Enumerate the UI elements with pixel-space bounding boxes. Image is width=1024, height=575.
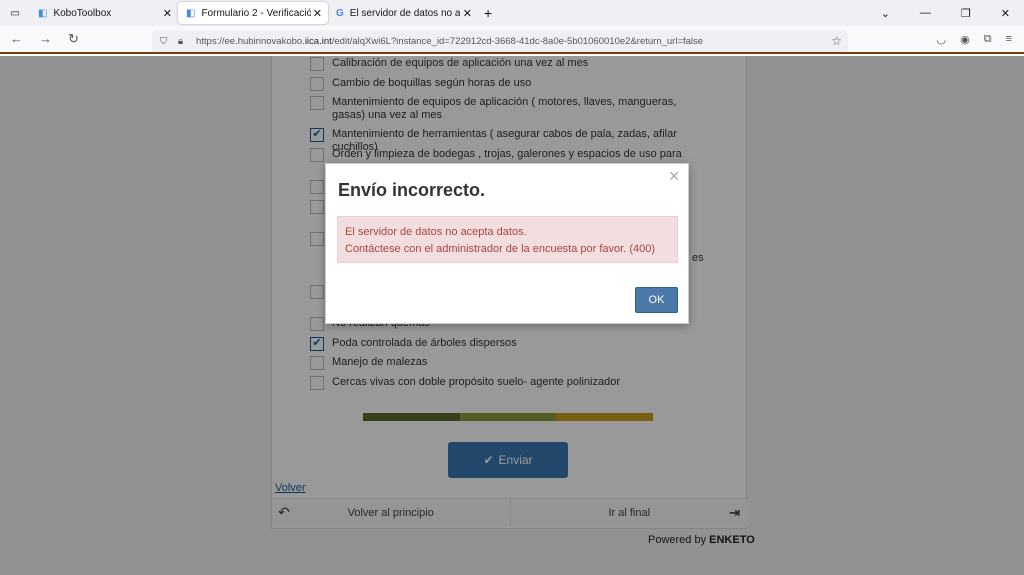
back-icon[interactable]: ← <box>10 31 23 47</box>
close-icon[interactable]: ✕ <box>668 168 680 185</box>
minimize-icon[interactable]: — <box>920 7 931 20</box>
shield-icon: ⛉ <box>160 35 168 47</box>
extensions-icon[interactable]: ⧉ <box>984 33 992 46</box>
close-tab-icon[interactable]: ✕ <box>313 7 322 20</box>
close-tab-icon[interactable]: ✕ <box>163 7 172 20</box>
tab-kobotoolbox[interactable]: ◧ KoboToolbox ✕ <box>30 2 178 24</box>
lock-icon: 🔒︎ <box>178 35 184 47</box>
close-tab-icon[interactable]: ✕ <box>463 7 472 20</box>
list-tabs-icon[interactable]: ⌄ <box>881 7 890 20</box>
tab-error[interactable]: GEl servidor de datos no acepta d✕ <box>328 2 478 24</box>
kobo-icon: ◧ <box>38 7 48 19</box>
dialog-title: Envío incorrecto. <box>338 180 486 200</box>
tab-formulario[interactable]: ◧Formulario 2 - Verificación y esc✕ <box>178 2 328 24</box>
close-window-icon[interactable]: ✕ <box>1001 7 1010 20</box>
menu-icon[interactable]: ≡ <box>1006 33 1012 46</box>
kobo-icon: ◧ <box>186 7 196 19</box>
bookmark-star-icon[interactable]: ☆ <box>831 34 842 48</box>
google-icon: G <box>336 7 344 19</box>
tab-bar: ▭ ◧ KoboToolbox ✕ ◧ Formulario 2 - Verifica… <box>0 0 1024 26</box>
account-icon[interactable]: ◉ <box>960 33 970 46</box>
error-alert: El servidor de datos no acepta datos. Con… <box>337 216 678 263</box>
error-dialog: ✕ Envío incorrecto. El servidor de datos… <box>325 163 689 324</box>
tab-list-icon[interactable]: ▭ <box>0 8 30 19</box>
forward-icon[interactable]: → <box>39 31 52 47</box>
pocket-icon[interactable]: ◡ <box>937 33 947 46</box>
url-bar[interactable]: ⛉ 🔒︎ https://ee.hubinnovakobo. iica.int/ed… <box>152 30 848 52</box>
restore-icon[interactable]: ❐ <box>961 7 971 20</box>
reload-icon[interactable]: ↻ <box>68 31 79 47</box>
ok-button[interactable]: OK <box>635 287 678 313</box>
new-tab-button[interactable]: + <box>484 5 492 21</box>
